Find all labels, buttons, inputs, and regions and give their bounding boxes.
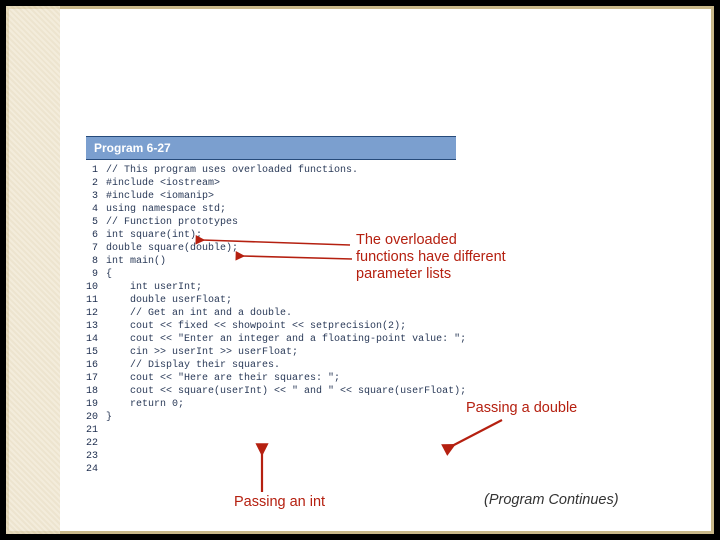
code-line: #include <iomanip>: [106, 190, 466, 203]
arrow-passing-int: [250, 450, 274, 494]
code-line: #include <iostream>: [106, 177, 466, 190]
line-number: 17: [86, 372, 98, 385]
code-body: 123456789101112131415161718192021222324 …: [86, 160, 456, 476]
code-panel: Program 6-27 123456789101112131415161718…: [86, 136, 456, 476]
line-number: 3: [86, 190, 98, 203]
code-line: cout << "Enter an integer and a floating…: [106, 333, 466, 346]
line-number: 6: [86, 229, 98, 242]
code-line: cout << square(userInt) << " and " << sq…: [106, 385, 466, 398]
code-listing: // This program uses overloaded function…: [106, 164, 466, 476]
code-line: cout << "Here are their squares: ";: [106, 372, 466, 385]
line-number: 19: [86, 398, 98, 411]
annotation-overloaded: The overloaded functions have different …: [356, 232, 506, 283]
line-number: 23: [86, 450, 98, 463]
code-line: return 0;: [106, 398, 466, 411]
line-number: 2: [86, 177, 98, 190]
left-texture-rail: [6, 6, 60, 534]
annotation-passing-int: Passing an int: [234, 494, 325, 511]
line-number: 8: [86, 255, 98, 268]
line-number: 15: [86, 346, 98, 359]
code-line: // Function prototypes: [106, 216, 466, 229]
line-number: 18: [86, 385, 98, 398]
code-line: }: [106, 411, 466, 424]
line-number: 24: [86, 463, 98, 476]
annotation-passing-double: Passing a double: [466, 400, 577, 417]
code-line: cin >> userInt >> userFloat;: [106, 346, 466, 359]
code-line: // Display their squares.: [106, 359, 466, 372]
code-line: cout << fixed << showpoint << setprecisi…: [106, 320, 466, 333]
line-number: 11: [86, 294, 98, 307]
arrow-to-int-square: [200, 238, 360, 252]
line-number: 1: [86, 164, 98, 177]
line-number: 10: [86, 281, 98, 294]
line-number: 21: [86, 424, 98, 437]
arrow-to-double-square: [240, 252, 360, 266]
line-number: 12: [86, 307, 98, 320]
code-line: using namespace std;: [106, 203, 466, 216]
code-line: double userFloat;: [106, 294, 466, 307]
line-number: 20: [86, 411, 98, 424]
line-number: 14: [86, 333, 98, 346]
line-number: 5: [86, 216, 98, 229]
arrow-passing-double: [450, 416, 510, 454]
line-number: 22: [86, 437, 98, 450]
line-number: 16: [86, 359, 98, 372]
code-line: // This program uses overloaded function…: [106, 164, 466, 177]
line-number-gutter: 123456789101112131415161718192021222324: [86, 164, 106, 476]
program-header: Program 6-27: [86, 136, 456, 160]
line-number: 13: [86, 320, 98, 333]
code-line: // Get an int and a double.: [106, 307, 466, 320]
line-number: 7: [86, 242, 98, 255]
annotation-continues: (Program Continues): [484, 492, 619, 509]
line-number: 4: [86, 203, 98, 216]
line-number: 9: [86, 268, 98, 281]
